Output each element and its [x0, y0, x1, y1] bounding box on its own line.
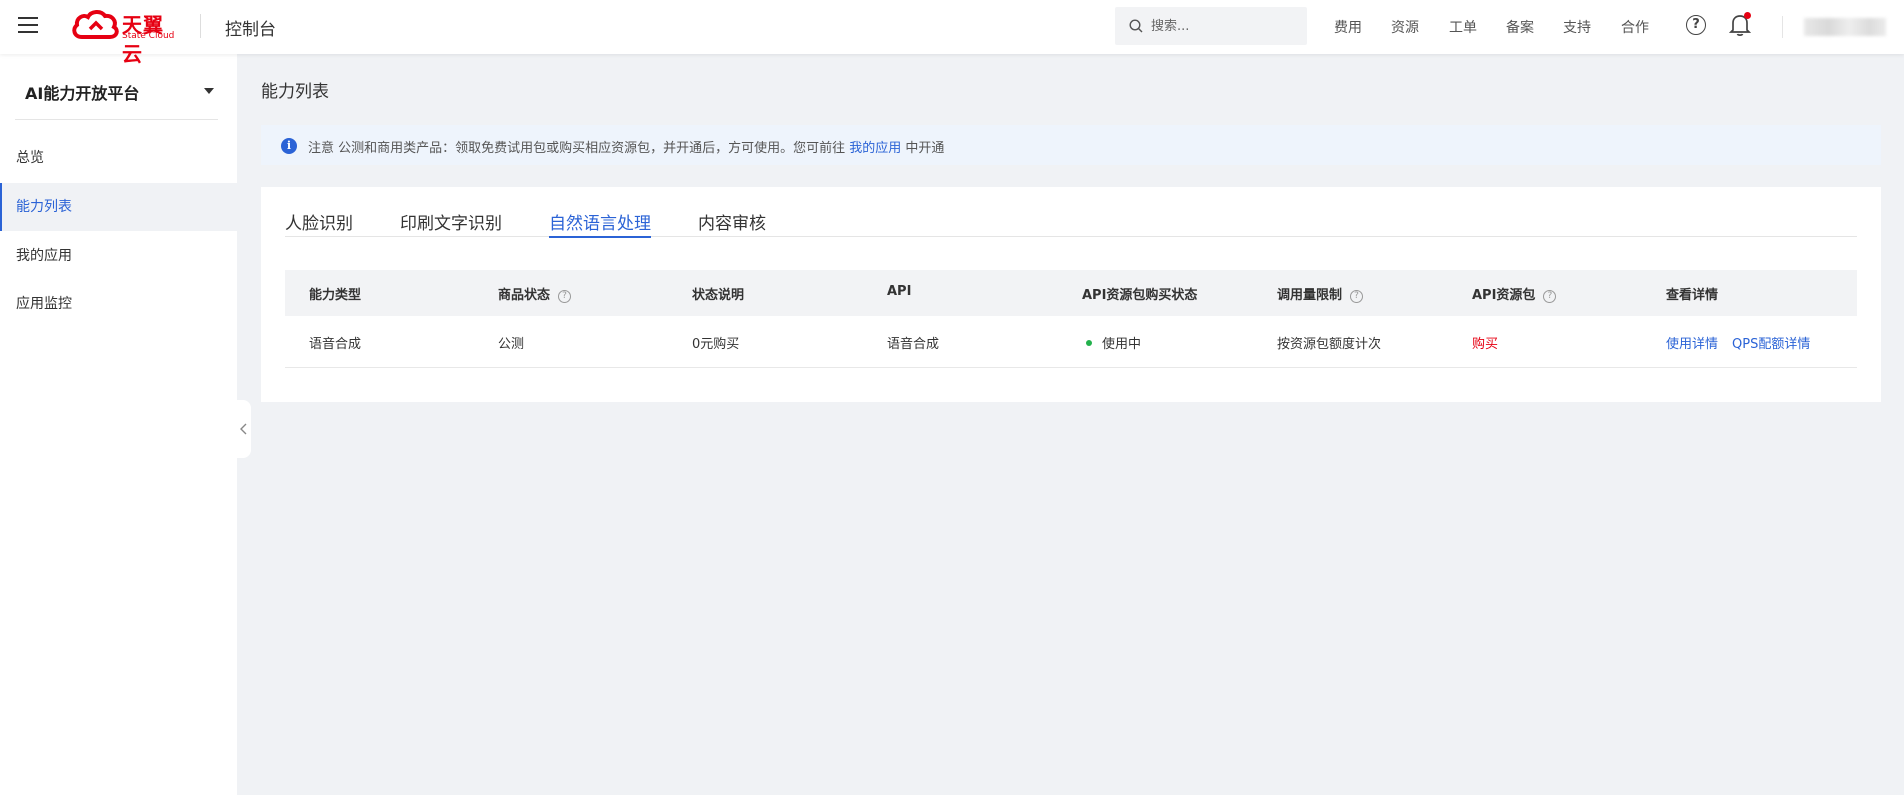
column-header-label: API资源包: [1472, 288, 1536, 303]
page-title: 能力列表: [261, 82, 329, 102]
column-header-label: 状态说明: [692, 288, 745, 303]
notice-text-after: 中开通: [901, 141, 945, 156]
notice-text-before: 注意 公测和商用类产品：领取免费试用包或购买相应资源包，并开通后，方可使用。您可…: [308, 141, 850, 156]
column-header: API资源包?: [1472, 284, 1557, 303]
logo-subtext: State Cloud: [122, 31, 175, 41]
column-header: 调用量限制?: [1277, 284, 1364, 303]
search-box[interactable]: [1115, 7, 1307, 45]
nav-support[interactable]: 支持: [1563, 17, 1591, 37]
table-row: 语音合成 公测 0元购买 语音合成 使用中 按资源包额度计次 购买 使用详情 QP…: [285, 316, 1857, 368]
column-header: API资源包购买状态: [1082, 284, 1197, 303]
column-header-label: 查看详情: [1666, 288, 1719, 303]
column-header: API: [887, 284, 911, 299]
my-apps-link[interactable]: 我的应用: [849, 141, 901, 156]
sidebar-item-my-apps[interactable]: 我的应用: [0, 232, 237, 280]
logo[interactable]: 天翼云 State Cloud: [70, 9, 180, 66]
column-header: 商品状态?: [498, 284, 572, 303]
sidebar: AI能力开放平台 总览 能力列表 我的应用 应用监控: [0, 54, 237, 795]
help-icon[interactable]: ?: [1350, 290, 1364, 303]
sidebar-title[interactable]: AI能力开放平台: [25, 80, 139, 104]
category-tabs: 人脸识别 印刷文字识别 自然语言处理 内容审核: [285, 209, 1857, 238]
top-header: 天翼云 State Cloud 控制台 费用 资源 工单 备案 支持 合作 ?: [0, 0, 1904, 66]
column-header-label: 能力类型: [309, 288, 362, 303]
tab-nlp[interactable]: 自然语言处理: [549, 209, 651, 238]
status-dot-icon: [1086, 340, 1092, 346]
cell-status: 公测: [498, 337, 525, 352]
cell-type: 语音合成: [309, 337, 362, 352]
nav-cooperation[interactable]: 合作: [1621, 17, 1649, 37]
nav-filing[interactable]: 备案: [1506, 17, 1534, 37]
column-header-label: API资源包购买状态: [1082, 288, 1198, 303]
qps-quota-details-link[interactable]: QPS配额详情: [1732, 337, 1810, 352]
help-icon[interactable]: ?: [1543, 290, 1557, 303]
nav-fees[interactable]: 费用: [1334, 17, 1362, 37]
table-header: 能力类型 商品状态? 状态说明 API API资源包购买状态 调用量限制? AP…: [285, 270, 1857, 316]
column-header: 查看详情: [1666, 284, 1718, 303]
sidebar-divider: [15, 119, 218, 120]
tab-content-moderation[interactable]: 内容审核: [698, 209, 766, 237]
column-header-label: 商品状态: [498, 288, 551, 303]
purchase-status-text: 使用中: [1102, 337, 1142, 352]
cell-api: 语音合成: [887, 337, 940, 352]
cell-limit: 按资源包额度计次: [1277, 337, 1382, 352]
nav-tickets[interactable]: 工单: [1449, 17, 1477, 37]
nav-resources[interactable]: 资源: [1391, 17, 1419, 37]
column-header-label: API: [887, 284, 912, 299]
help-icon[interactable]: ?: [1686, 15, 1706, 35]
console-title[interactable]: 控制台: [225, 15, 276, 40]
cell-description: 0元购买: [692, 337, 740, 352]
menu-icon[interactable]: [18, 17, 38, 35]
search-input[interactable]: [1151, 16, 1291, 36]
caret-down-icon[interactable]: [204, 88, 214, 94]
usage-details-link[interactable]: 使用详情: [1666, 337, 1718, 352]
cell-package: 购买: [1472, 333, 1498, 352]
sidebar-item-capabilities[interactable]: 能力列表: [0, 183, 237, 231]
buy-link[interactable]: 购买: [1472, 337, 1498, 352]
capability-table: 能力类型 商品状态? 状态说明 API API资源包购买状态 调用量限制? AP…: [285, 270, 1857, 368]
column-header: 能力类型: [309, 284, 361, 303]
tab-ocr[interactable]: 印刷文字识别: [400, 209, 502, 237]
column-header-label: 调用量限制: [1277, 288, 1343, 303]
tab-face-recognition[interactable]: 人脸识别: [285, 209, 353, 237]
cell-details: 使用详情 QPS配额详情: [1666, 333, 1824, 352]
sidebar-collapse-button[interactable]: [237, 400, 251, 458]
notification-badge: [1744, 12, 1751, 19]
search-icon: [1129, 19, 1143, 33]
header-divider-right: [1782, 16, 1783, 38]
info-icon: i: [281, 138, 297, 154]
user-account-avatar[interactable]: [1804, 18, 1886, 36]
sidebar-item-monitoring[interactable]: 应用监控: [0, 280, 237, 328]
notice-text: 注意 公测和商用类产品：领取免费试用包或购买相应资源包，并开通后，方可使用。您可…: [308, 137, 944, 156]
chevron-left-icon: [240, 423, 247, 435]
capability-card: 人脸识别 印刷文字识别 自然语言处理 内容审核 能力类型 商品状态? 状态说明 …: [261, 187, 1881, 402]
column-header: 状态说明: [692, 284, 744, 303]
sidebar-item-overview[interactable]: 总览: [0, 134, 237, 182]
notice-banner: i 注意 公测和商用类产品：领取免费试用包或购买相应资源包，并开通后，方可使用。…: [261, 125, 1881, 165]
header-divider: [200, 14, 201, 38]
help-icon[interactable]: ?: [558, 290, 572, 303]
cell-purchase-status: 使用中: [1086, 333, 1141, 352]
cloud-logo-icon: [72, 10, 119, 39]
